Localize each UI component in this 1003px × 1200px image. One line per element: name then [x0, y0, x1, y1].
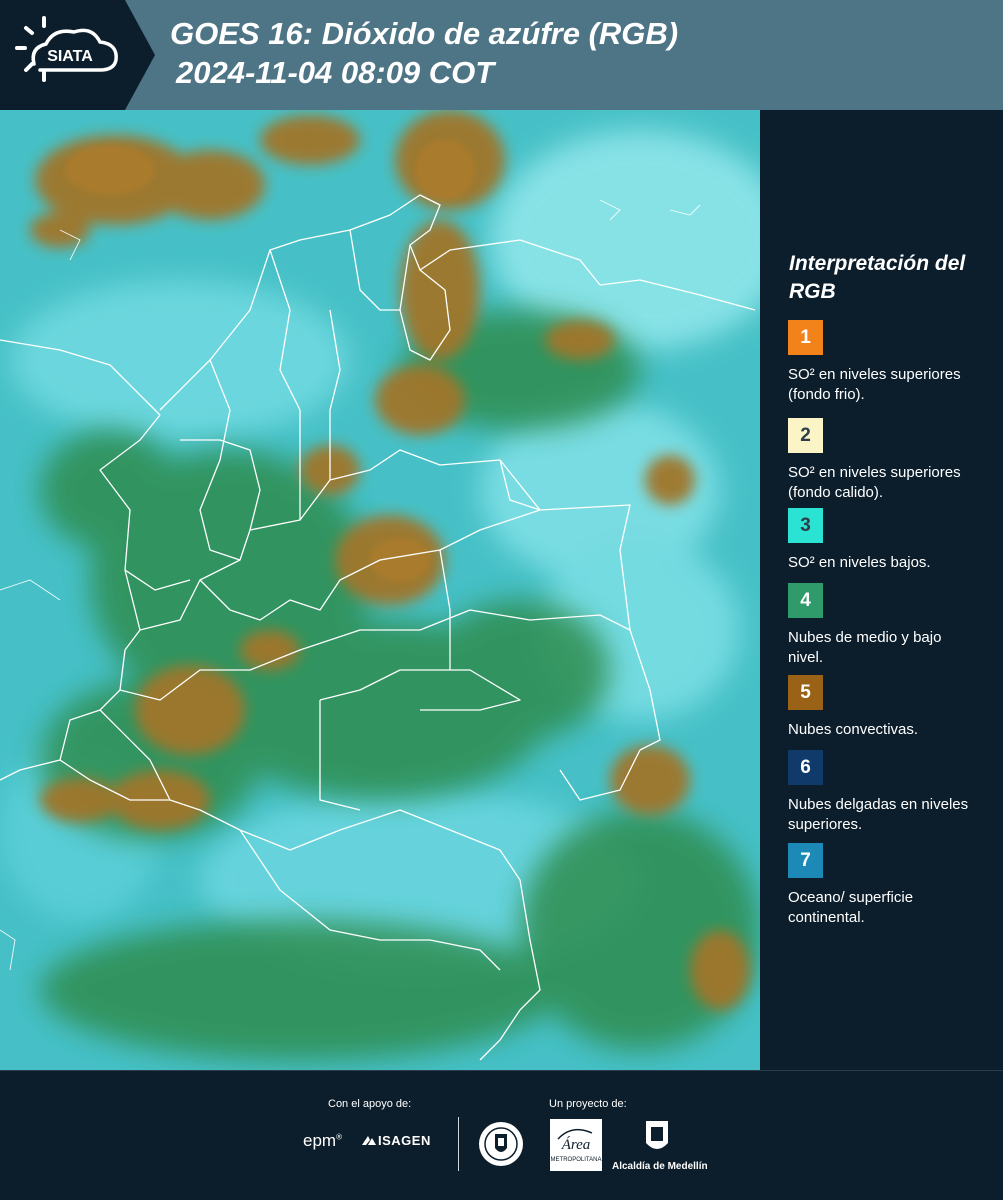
footer-divider — [458, 1117, 459, 1171]
legend-item-3: 3 SO² en niveles bajos. — [788, 508, 998, 573]
page-title: GOES 16: Dióxido de azúfre (RGB) — [170, 16, 679, 51]
alcaldia-label: Alcaldía de Medellín — [612, 1161, 708, 1172]
legend-label-5: Nubes convectivas. — [788, 721, 919, 738]
legend-swatch-2: 2 — [788, 418, 823, 453]
legend-swatch-1: 1 — [788, 320, 823, 355]
legend-label-4: Nubes de medio y bajo nivel. — [788, 629, 942, 666]
legend-swatch-7: 7 — [788, 843, 823, 878]
legend-swatch-6: 6 — [788, 750, 823, 785]
legend-label-7: Oceano/ superficie continental. — [788, 889, 914, 926]
legend-panel: Interpretación del RGB 1 SO² en niveles … — [760, 110, 1003, 1070]
svg-text:Área: Área — [561, 1136, 591, 1153]
legend-swatch-5: 5 — [788, 675, 823, 710]
svg-text:METROPOLITANA: METROPOLITANA — [551, 1157, 602, 1163]
legend-label-6: Nubes delgadas en niveles superiores. — [788, 796, 969, 833]
project-caption: Un proyecto de: — [549, 1098, 627, 1110]
legend-item-7: 7 Oceano/ superficie continental. — [788, 843, 998, 928]
legend-swatch-3: 3 — [788, 508, 823, 543]
legend-item-5: 5 Nubes convectivas. — [788, 675, 998, 740]
legend-swatch-4: 4 — [788, 583, 823, 618]
support-caption: Con el apoyo de: — [328, 1098, 412, 1110]
page-timestamp: 2024-11-04 08:09 COT — [176, 55, 495, 90]
isagen-logo: ISAGEN — [360, 1133, 431, 1148]
epm-logo: epm® — [303, 1131, 342, 1150]
legend-label-1: SO² en niveles superiores (fondo frio). — [788, 366, 961, 403]
legend-item-4: 4 Nubes de medio y bajo nivel. — [788, 583, 998, 668]
isagen-logo-text: ISAGEN — [378, 1133, 431, 1148]
footer-bar: Con el apoyo de: Un proyecto de: epm® IS… — [0, 1070, 1003, 1200]
legend-title: Interpretación del RGB — [789, 252, 966, 303]
siata-logo: SIATA — [0, 0, 155, 110]
area-metropolitana-logo: Área METROPOLITANA — [550, 1119, 602, 1171]
legend-item-2: 2 SO² en niveles superiores (fondo calid… — [788, 418, 998, 503]
isagen-mark-icon — [362, 1135, 376, 1145]
siata-logo-text: SIATA — [47, 48, 93, 65]
medellin-seal-logo — [477, 1120, 525, 1168]
legend-label-2: SO² en niveles superiores (fondo calido)… — [788, 464, 961, 501]
legend-item-6: 6 Nubes delgadas en niveles superiores. — [788, 750, 998, 835]
satellite-map[interactable] — [0, 110, 760, 1070]
epm-logo-text: epm — [303, 1131, 337, 1150]
header-bar: SIATA GOES 16: Dióxido de azúfre (RGB) 2… — [0, 0, 1003, 110]
legend-label-3: SO² en niveles bajos. — [788, 554, 931, 571]
legend-item-1: 1 SO² en niveles superiores (fondo frio)… — [788, 320, 998, 405]
